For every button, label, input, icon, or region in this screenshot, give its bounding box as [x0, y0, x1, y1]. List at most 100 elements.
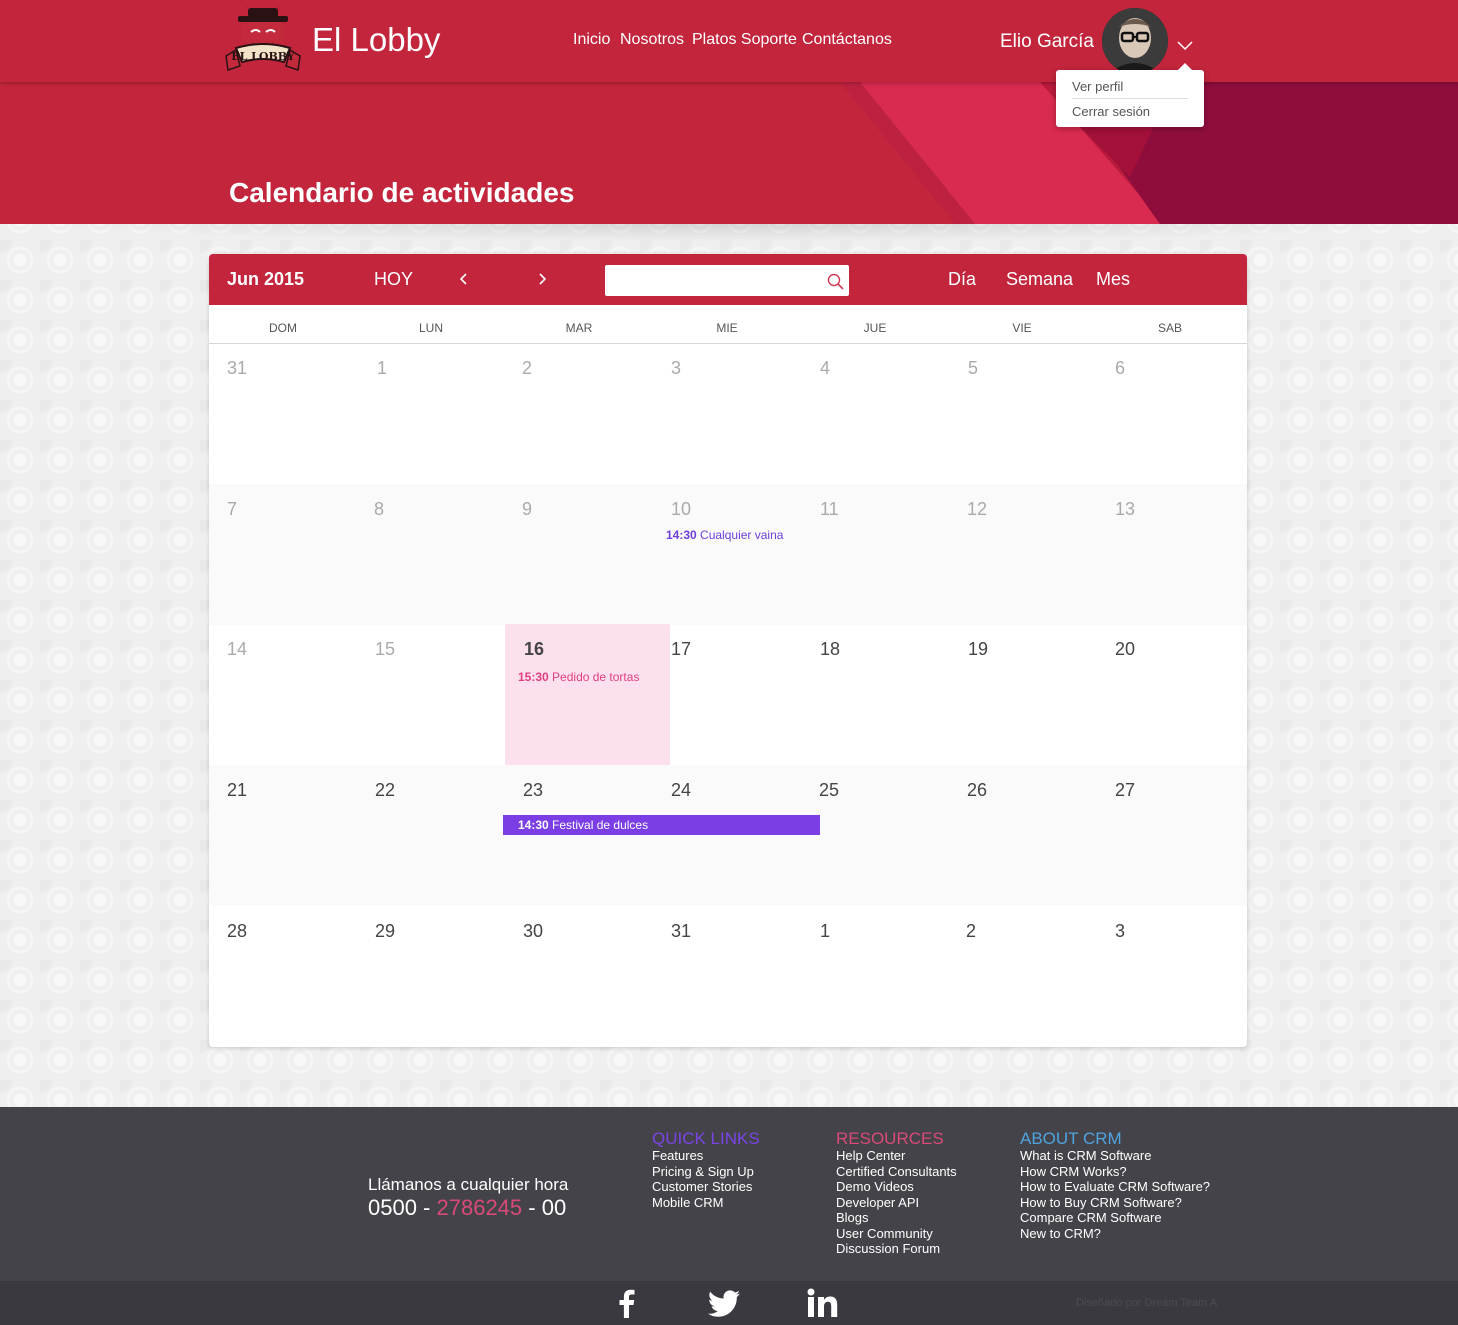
weekday-header-row: DOM LUN MAR MIE JUE VIE SAB	[209, 305, 1247, 344]
footer-link[interactable]: Mobile CRM	[652, 1195, 760, 1211]
chevron-down-icon[interactable]	[1176, 38, 1194, 52]
phone-number[interactable]: 0500 - 2786245 - 00	[368, 1195, 566, 1221]
day-number: 29	[375, 921, 396, 941]
day-number: 12	[967, 499, 988, 519]
day-cell[interactable]: 9	[505, 484, 653, 625]
today-button[interactable]: HOY	[374, 269, 413, 290]
day-cell[interactable]: 5	[948, 343, 1096, 484]
day-number: 20	[1115, 639, 1136, 659]
view-dia-button[interactable]: Día	[948, 269, 976, 290]
nav-nosotros[interactable]: Nosotros	[620, 31, 684, 49]
footer-link[interactable]: Pricing & Sign Up	[652, 1164, 760, 1180]
footer-link[interactable]: Discussion Forum	[836, 1241, 957, 1257]
event-title: Festival de dulces	[552, 818, 649, 832]
footer-link[interactable]: Compare CRM Software	[1020, 1210, 1210, 1226]
el-lobby-logo[interactable]: EL LOBBY	[222, 6, 304, 78]
day-cell[interactable]: 11	[801, 484, 949, 625]
day-cell[interactable]: 6	[1096, 343, 1244, 484]
day-cell[interactable]: 14	[209, 624, 357, 765]
day-cell[interactable]: 2	[948, 906, 1096, 1047]
day-cell[interactable]: 25	[801, 765, 949, 906]
day-cell[interactable]: 18	[801, 624, 949, 765]
day-cell[interactable]: 10 14:30 Cualquier vaina	[653, 484, 801, 625]
top-navbar: EL LOBBY El Lobby Inicio Nosotros Platos…	[0, 0, 1458, 82]
footer-link[interactable]: Customer Stories	[652, 1179, 760, 1195]
week-row: 21 22 23 24 25 26 27 14:30 Festival de d…	[209, 765, 1247, 906]
day-number: 16	[524, 639, 545, 659]
footer-link[interactable]: Developer API	[836, 1195, 957, 1211]
day-cell[interactable]: 30	[505, 906, 653, 1047]
search-input[interactable]	[605, 265, 835, 296]
day-number: 31	[227, 358, 248, 378]
day-cell[interactable]: 29	[357, 906, 505, 1047]
day-cell[interactable]: 15	[357, 624, 505, 765]
footer-column-resources: RESOURCES Help Center Certified Consulta…	[836, 1130, 957, 1257]
day-cell[interactable]: 8	[357, 484, 505, 625]
day-number: 3	[671, 358, 682, 378]
facebook-icon[interactable]	[610, 1287, 644, 1319]
footer-link[interactable]: Demo Videos	[836, 1179, 957, 1195]
day-cell[interactable]: 22	[357, 765, 505, 906]
day-cell[interactable]: 23	[505, 765, 653, 906]
linkedin-icon[interactable]	[806, 1287, 840, 1319]
search-icon[interactable]	[826, 272, 845, 291]
day-cell[interactable]: 4	[801, 343, 949, 484]
day-cell[interactable]: 1	[801, 906, 949, 1047]
footer-link[interactable]: Blogs	[836, 1210, 957, 1226]
day-cell[interactable]: 19	[948, 624, 1096, 765]
day-cell[interactable]: 20	[1096, 624, 1244, 765]
day-cell[interactable]: 13	[1096, 484, 1244, 625]
day-cell[interactable]: 28	[209, 906, 357, 1047]
menu-item-ver-perfil[interactable]: Ver perfil	[1072, 79, 1123, 94]
day-cell[interactable]: 3	[653, 343, 801, 484]
footer-link[interactable]: How CRM Works?	[1020, 1164, 1210, 1180]
page-title: Calendario de actividades	[229, 177, 575, 208]
chevron-right-icon[interactable]	[535, 271, 549, 287]
view-mes-button[interactable]: Mes	[1096, 269, 1130, 290]
day-number: 23	[523, 780, 544, 800]
nav-inicio[interactable]: Inicio	[573, 31, 610, 49]
day-cell[interactable]: 3	[1096, 906, 1244, 1047]
footer-link[interactable]: How to Buy CRM Software?	[1020, 1195, 1210, 1211]
day-cell[interactable]: 31	[653, 906, 801, 1047]
event-cualquier-vaina[interactable]: 14:30 Cualquier vaina	[666, 528, 783, 542]
day-cell[interactable]: 31	[209, 343, 357, 484]
brand-name[interactable]: El Lobby	[312, 21, 440, 59]
footer-link[interactable]: New to CRM?	[1020, 1226, 1210, 1242]
weekday-lun: LUN	[418, 321, 443, 335]
user-name[interactable]: Elio García	[1000, 31, 1094, 53]
menu-item-cerrar-sesion[interactable]: Cerrar sesión	[1072, 104, 1150, 119]
day-cell[interactable]: 24	[653, 765, 801, 906]
day-number: 24	[671, 780, 692, 800]
weekday-vie: VIE	[1012, 321, 1032, 335]
day-number: 25	[819, 780, 840, 800]
twitter-icon[interactable]	[707, 1287, 741, 1319]
day-cell[interactable]: 12	[948, 484, 1096, 625]
day-cell[interactable]: 27	[1096, 765, 1244, 906]
day-cell[interactable]: 1	[357, 343, 505, 484]
avatar-photo	[1102, 8, 1168, 74]
footer-link[interactable]: Features	[652, 1148, 760, 1164]
nav-contactanos[interactable]: Contáctanos	[802, 31, 892, 49]
view-semana-button[interactable]: Semana	[1006, 269, 1073, 290]
day-cell-today[interactable]: 16 15:30 Pedido de tortas	[505, 624, 670, 765]
footer-link[interactable]: How to Evaluate CRM Software?	[1020, 1179, 1210, 1195]
day-number: 6	[1115, 358, 1126, 378]
footer-link[interactable]: Help Center	[836, 1148, 957, 1164]
day-cell[interactable]: 7	[209, 484, 357, 625]
event-pedido-de-tortas[interactable]: 15:30 Pedido de tortas	[518, 670, 639, 684]
footer-link[interactable]: What is CRM Software	[1020, 1148, 1210, 1164]
day-cell[interactable]: 2	[505, 343, 653, 484]
day-number: 2	[522, 358, 533, 378]
event-title: Pedido de tortas	[552, 670, 640, 684]
chevron-left-icon[interactable]	[457, 271, 471, 287]
day-cell[interactable]: 21	[209, 765, 357, 906]
nav-platos-soporte[interactable]: Platos Soporte	[692, 31, 797, 49]
footer-link[interactable]: User Community	[836, 1226, 957, 1242]
event-festival-de-dulces[interactable]: 14:30 Festival de dulces	[503, 815, 820, 835]
current-month-label: Jun 2015	[227, 269, 305, 289]
day-cell[interactable]: 17	[670, 624, 801, 765]
avatar[interactable]	[1102, 8, 1168, 74]
day-cell[interactable]: 26	[948, 765, 1096, 906]
footer-link[interactable]: Certified Consultants	[836, 1164, 957, 1180]
